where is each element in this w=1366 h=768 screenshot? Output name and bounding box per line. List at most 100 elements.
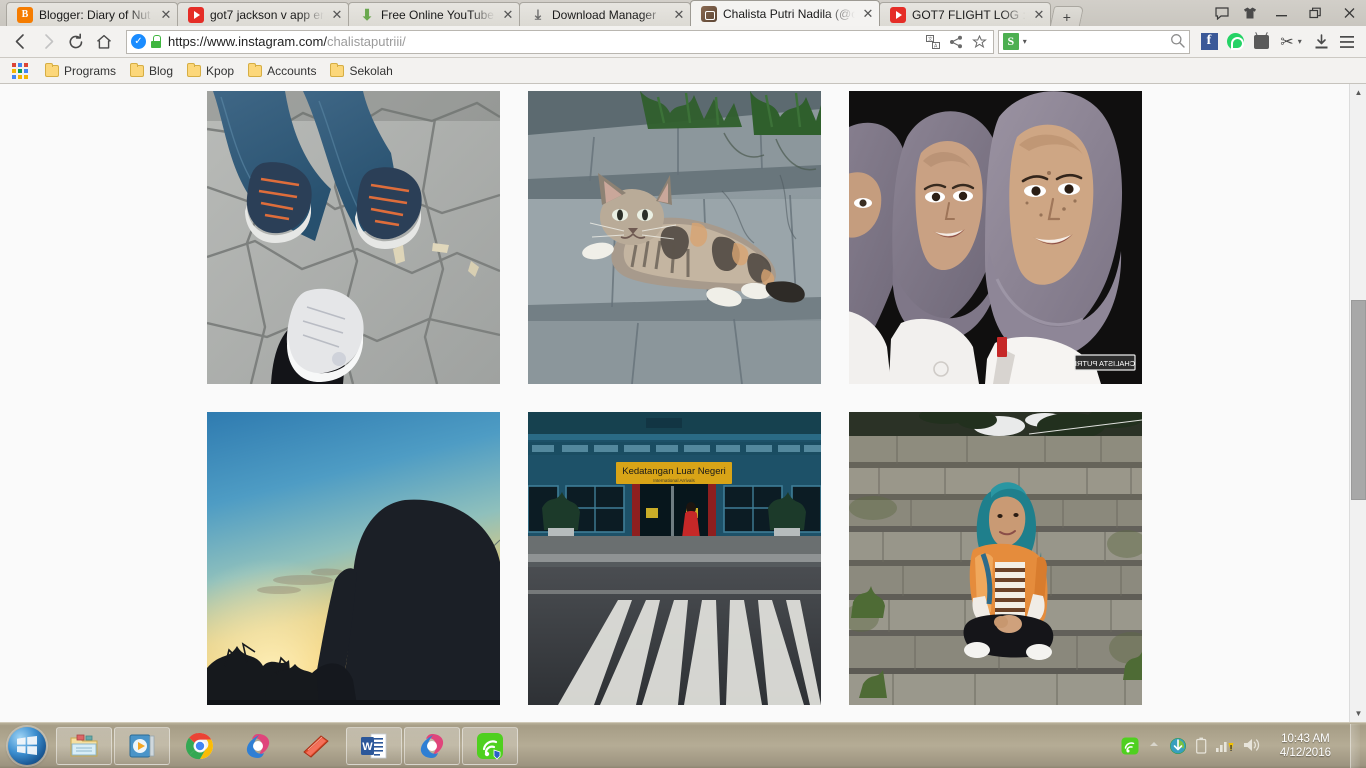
tab-close-icon[interactable]: ✕ xyxy=(159,7,173,23)
browser-tab-download-manager[interactable]: ⤓ Download Manager ✕ xyxy=(519,2,691,26)
taskbar-wifi-manager[interactable] xyxy=(462,726,518,765)
blogger-icon: B xyxy=(17,6,33,23)
cat-curb-photo xyxy=(528,91,821,384)
browser-window: B Blogger: Diary of Nut - Bu ✕ got7 jack… xyxy=(0,0,1366,722)
minimize-icon xyxy=(1275,15,1287,17)
tab-close-icon[interactable]: ✕ xyxy=(1032,7,1046,23)
show-desktop-button[interactable] xyxy=(1350,723,1360,768)
sunset-silhouette-photo xyxy=(207,412,500,705)
bookmark-star-icon[interactable] xyxy=(972,34,987,49)
address-bar[interactable]: ✓ https://www.instagram.com/chalistaputr… xyxy=(126,29,994,54)
back-button[interactable] xyxy=(6,29,34,55)
back-arrow-icon xyxy=(15,34,24,49)
tab-close-icon[interactable]: ✕ xyxy=(501,7,515,23)
svg-text:W: W xyxy=(362,741,373,753)
download-green-icon: ⬇ xyxy=(360,6,374,24)
bookmark-sekolah[interactable]: Sekolah xyxy=(323,62,399,80)
folder-explorer-icon xyxy=(70,734,98,756)
plus-icon: + xyxy=(1062,8,1071,25)
video-downloader-extension-button[interactable] xyxy=(1248,29,1274,55)
shirt-icon xyxy=(1244,7,1256,19)
close-window-button[interactable] xyxy=(1332,1,1366,25)
taskbar-clock[interactable]: 10:43 AM 4/12/2016 xyxy=(1274,732,1337,760)
page-scrollbar[interactable]: ▲ ▼ xyxy=(1349,84,1366,722)
bookmark-accounts[interactable]: Accounts xyxy=(241,62,323,80)
downloads-button[interactable] xyxy=(1308,29,1334,55)
microsoft-word-icon: W xyxy=(361,733,387,758)
search-box[interactable]: S ▾ xyxy=(998,29,1190,54)
battery-icon[interactable] xyxy=(1195,737,1207,755)
tab-title: GOT7 FLIGHT LOG : DEPA xyxy=(912,7,1026,22)
photo-tile[interactable] xyxy=(849,412,1142,705)
home-button[interactable] xyxy=(90,29,118,55)
bookmark-kpop[interactable]: Kpop xyxy=(180,62,241,80)
browser-tab-instagram-active[interactable]: Chalista Putri Nadila (@ch ✕ xyxy=(690,0,880,26)
apps-grid-icon[interactable] xyxy=(12,62,28,79)
close-icon xyxy=(1344,8,1354,18)
translate-icon[interactable]: 文 A xyxy=(926,34,940,49)
start-button[interactable] xyxy=(0,724,54,768)
bookmarks-bar: Programs Blog Kpop Accounts Sekolah xyxy=(0,58,1366,84)
photo-tile[interactable] xyxy=(528,91,821,384)
omnibox-actions: 文 A xyxy=(926,34,989,49)
chevron-down-icon[interactable]: ▾ xyxy=(1298,37,1302,46)
browser-tab-got7-flight-log[interactable]: GOT7 FLIGHT LOG : DEPA ✕ xyxy=(879,2,1051,26)
new-tab-button[interactable]: + xyxy=(1049,6,1085,26)
photo-tile[interactable] xyxy=(207,412,500,705)
volume-icon[interactable] xyxy=(1243,737,1261,755)
taskbar-windows-explorer[interactable] xyxy=(56,726,112,765)
browser-tab-youtube-downloader[interactable]: ⬇ Free Online YouTube Dow ✕ xyxy=(348,2,520,26)
tab-close-icon[interactable]: ✕ xyxy=(330,7,344,23)
search-icon[interactable] xyxy=(1170,33,1185,51)
whatsapp-icon xyxy=(1226,33,1244,50)
scrollbar-thumb[interactable] xyxy=(1351,300,1366,500)
forward-button[interactable] xyxy=(34,29,62,55)
tab-close-icon[interactable]: ✕ xyxy=(672,7,686,23)
search-input[interactable] xyxy=(1026,34,1170,49)
show-hidden-icons-button[interactable] xyxy=(1148,737,1160,755)
taskbar-windows-media-player[interactable] xyxy=(114,726,170,765)
photo-tile[interactable] xyxy=(207,91,500,384)
facebook-icon: f xyxy=(1200,33,1218,50)
windows-taskbar: W 10:43 AM 4/12/2016 xyxy=(0,722,1366,768)
taskbar-microsoft-word[interactable]: W xyxy=(346,726,402,765)
windows-start-orb-icon xyxy=(8,726,46,765)
browser-tab-youtube-got7[interactable]: got7 jackson v app eng su ✕ xyxy=(177,2,349,26)
scroll-up-button[interactable]: ▲ xyxy=(1350,84,1366,101)
address-bar-url: https://www.instagram.com/chalistaputrii… xyxy=(168,34,406,49)
photo-tile[interactable]: CHALISTA PUTRI xyxy=(849,91,1142,384)
home-icon xyxy=(97,34,111,49)
taskbar-baidu-browser-2[interactable] xyxy=(404,726,460,765)
scroll-down-button[interactable]: ▼ xyxy=(1350,705,1366,722)
whatsapp-extension-button[interactable] xyxy=(1222,29,1248,55)
taskbar-baidu-browser[interactable] xyxy=(230,727,286,765)
maximize-restore-button[interactable] xyxy=(1298,1,1332,25)
bookmark-blog[interactable]: Blog xyxy=(123,62,180,80)
photo-tile[interactable]: Kedatangan Luar Negeri International Arr… xyxy=(528,412,821,705)
share-icon[interactable] xyxy=(949,35,963,49)
baidu-browser-icon xyxy=(420,733,444,758)
wifi-manager-icon xyxy=(477,732,503,760)
scissors-icon: ✂ xyxy=(1280,33,1294,51)
download-manager-tray-icon[interactable] xyxy=(1169,737,1187,755)
youtube-icon xyxy=(188,6,204,23)
baidu-browser-icon xyxy=(246,733,270,758)
feedback-bubble-icon[interactable] xyxy=(1208,1,1236,25)
folder-icon xyxy=(187,62,202,77)
theme-shirt-icon[interactable] xyxy=(1236,1,1264,25)
snip-tool-extension-button[interactable]: ✂ ▾ xyxy=(1274,29,1308,55)
network-signal-icon[interactable] xyxy=(1215,737,1234,755)
svg-text:International Arrivals: International Arrivals xyxy=(653,478,695,483)
browser-tab-blogger[interactable]: B Blogger: Diary of Nut - Bu ✕ xyxy=(6,2,178,26)
tab-close-icon[interactable]: ✕ xyxy=(861,6,875,22)
taskbar-google-chrome[interactable] xyxy=(172,727,228,765)
minimize-button[interactable] xyxy=(1264,1,1298,25)
facebook-extension-button[interactable]: f xyxy=(1196,29,1222,55)
reload-button[interactable] xyxy=(62,29,90,55)
wifi-green-icon[interactable] xyxy=(1121,737,1139,755)
bookmark-programs[interactable]: Programs xyxy=(38,62,123,80)
chrome-icon xyxy=(185,732,213,759)
taskbar-ebook-reader[interactable] xyxy=(288,727,344,765)
chrome-menu-button[interactable] xyxy=(1334,29,1360,55)
clock-date: 4/12/2016 xyxy=(1279,746,1331,759)
